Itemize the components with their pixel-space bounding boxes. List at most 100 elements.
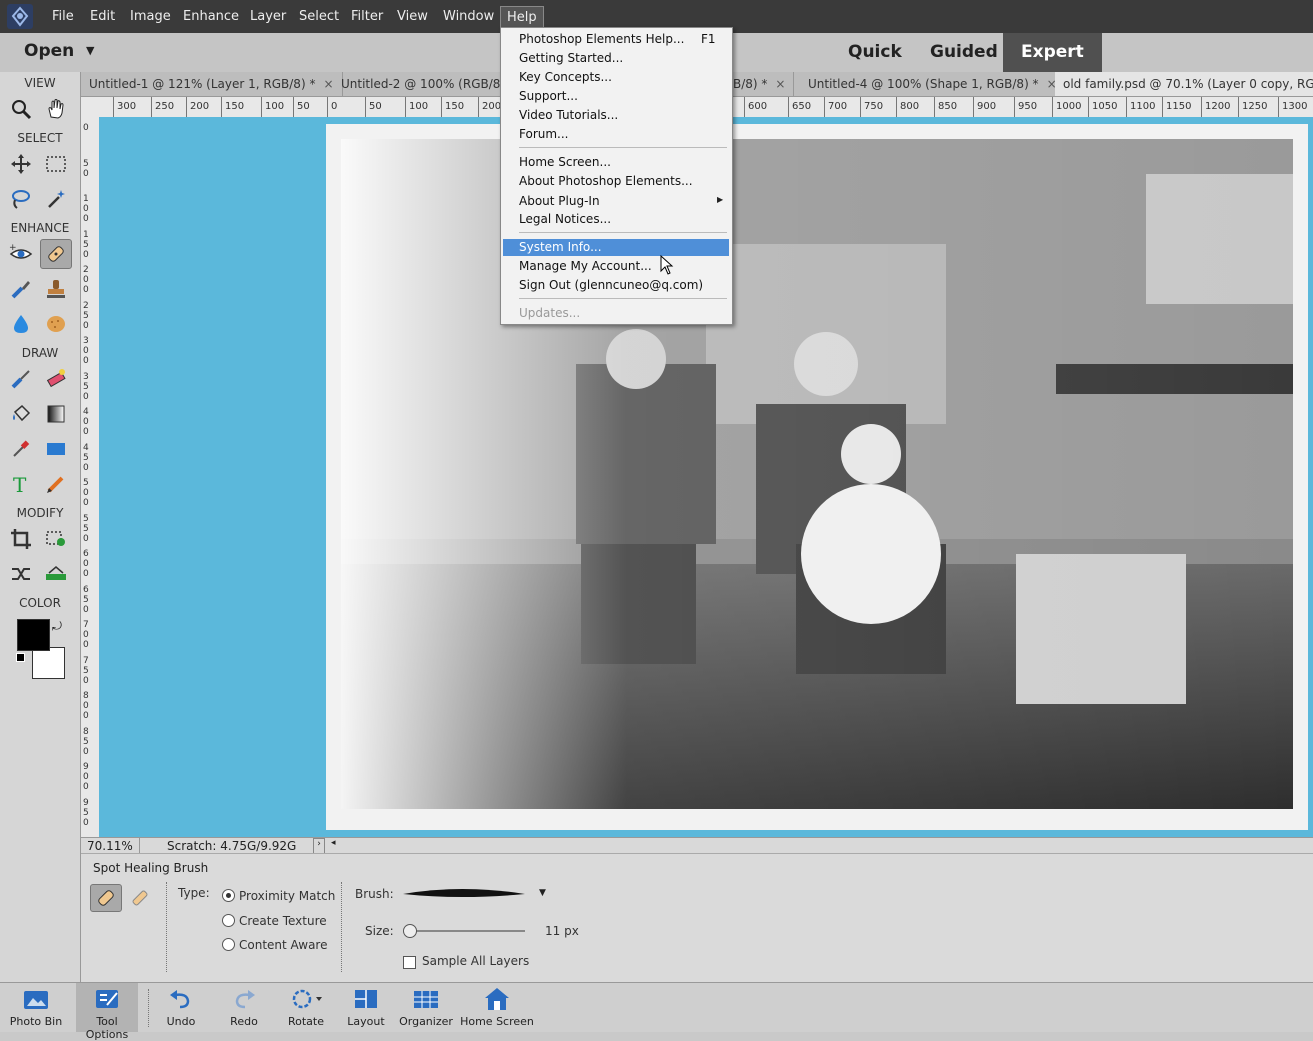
spot-healing-brush-icon[interactable]	[40, 239, 72, 269]
menu-item-support[interactable]: Support...	[519, 87, 578, 106]
photo-image[interactable]	[326, 124, 1308, 830]
eyedropper-icon[interactable]	[5, 434, 37, 464]
ruler-tick	[293, 97, 294, 117]
organizer-button[interactable]: Organizer	[395, 983, 457, 1032]
magic-wand-icon[interactable]	[40, 184, 72, 214]
move-tool-icon[interactable]	[5, 149, 37, 179]
radio-proximity-match[interactable]	[222, 889, 235, 905]
radio-create-texture[interactable]	[222, 914, 235, 930]
gradient-tool-icon[interactable]	[40, 399, 72, 429]
ruler-tick	[934, 97, 935, 117]
clone-stamp-icon[interactable]	[40, 274, 72, 304]
tab-untitled-2[interactable]: Untitled-2 @ 100% (RGB/8)	[333, 72, 515, 96]
eraser-tool-icon[interactable]	[40, 364, 72, 394]
background-color-swatch[interactable]	[32, 647, 65, 679]
menu-item-getting-started[interactable]: Getting Started...	[519, 49, 623, 68]
menu-image[interactable]: Image	[124, 0, 177, 33]
vertical-ruler: 0 50 100 150 200 250 300 350 400 450 500 550 600 650 7…	[81, 117, 100, 837]
close-icon[interactable]: ×	[775, 77, 785, 91]
menu-window[interactable]: Window	[437, 0, 500, 33]
menu-item-key-concepts[interactable]: Key Concepts...	[519, 68, 612, 87]
radio-content-aware[interactable]	[222, 938, 235, 954]
tab-old-family[interactable]: old family.psd @ 70.1% (Layer 0 copy, RG…	[1055, 72, 1313, 96]
zoom-level[interactable]: 70.11%	[87, 839, 133, 853]
content-aware-move-icon[interactable]	[5, 559, 37, 589]
menu-enhance[interactable]: Enhance	[177, 0, 245, 33]
menu-item-system-info[interactable]: System Info...	[519, 238, 602, 257]
menu-file[interactable]: File	[46, 0, 80, 33]
menu-item-about-photoshop-elements[interactable]: About Photoshop Elements...	[519, 172, 693, 191]
blur-tool-icon[interactable]	[5, 309, 37, 339]
tab-untitled-1[interactable]: Untitled-1 @ 121% (Layer 1, RGB/8) * ×	[81, 72, 343, 96]
hand-tool-icon[interactable]	[40, 94, 72, 124]
zoom-tool-icon[interactable]	[5, 94, 37, 124]
menu-filter[interactable]: Filter	[345, 0, 389, 33]
smart-brush-icon[interactable]	[5, 274, 37, 304]
tab-untitled-3[interactable]: B/8) * ×	[725, 72, 795, 96]
layout-button[interactable]: Layout	[335, 983, 397, 1032]
swap-colors-icon[interactable]: ⤾	[52, 619, 62, 634]
menu-edit[interactable]: Edit	[84, 0, 121, 33]
ruler-tick	[478, 97, 479, 117]
lasso-tool-icon[interactable]	[5, 184, 37, 214]
redo-button[interactable]: Redo	[213, 983, 275, 1032]
mode-quick-tab[interactable]: Quick	[830, 33, 920, 72]
menu-item-legal-notices[interactable]: Legal Notices...	[519, 210, 611, 229]
healing-brush-mode-icon[interactable]	[125, 884, 155, 912]
create-texture-label[interactable]: Create Texture	[239, 914, 327, 928]
mode-guided-tab[interactable]: Guided	[912, 33, 1016, 72]
home-screen-button[interactable]: Home Screen	[457, 983, 537, 1032]
menu-help[interactable]: Help	[500, 6, 544, 29]
menu-item-photoshop-elements-help[interactable]: Photoshop Elements Help...	[519, 30, 684, 49]
menu-item-forum[interactable]: Forum...	[519, 125, 569, 144]
straighten-tool-icon[interactable]	[40, 559, 72, 589]
brush-tool-icon[interactable]	[5, 364, 37, 394]
menu-item-home-screen[interactable]: Home Screen...	[519, 153, 611, 172]
recompose-tool-icon[interactable]	[40, 524, 72, 554]
menu-item-about-plug-in[interactable]: About Plug-In	[519, 192, 600, 211]
scroll-left-icon[interactable]: ◂	[331, 838, 336, 848]
home-screen-label: Home Screen	[460, 1015, 534, 1028]
size-slider-handle[interactable]	[403, 924, 417, 938]
menu-item-video-tutorials[interactable]: Video Tutorials...	[519, 106, 618, 125]
tab-label: Untitled-4 @ 100% (Shape 1, RGB/8) *	[808, 77, 1039, 91]
sample-all-layers-label[interactable]: Sample All Layers	[422, 954, 529, 968]
content-aware-label[interactable]: Content Aware	[239, 938, 327, 952]
proximity-match-label[interactable]: Proximity Match	[239, 889, 335, 903]
paint-bucket-icon[interactable]	[5, 399, 37, 429]
crop-tool-icon[interactable]	[5, 524, 37, 554]
tool-options-button[interactable]: Tool Options	[76, 983, 138, 1041]
brush-preset-picker[interactable]	[401, 884, 531, 904]
open-dropdown-icon[interactable]: ▼	[86, 44, 94, 57]
marquee-tool-icon[interactable]	[40, 149, 72, 179]
red-eye-tool-icon[interactable]: +	[5, 239, 37, 269]
ruler-tick	[365, 97, 366, 117]
tab-untitled-4[interactable]: Untitled-4 @ 100% (Shape 1, RGB/8) * ×	[800, 72, 1066, 96]
menu-layer[interactable]: Layer	[244, 0, 292, 33]
size-value[interactable]: 11 px	[545, 924, 579, 938]
pencil-tool-icon[interactable]	[40, 469, 72, 499]
menu-item-manage-my-account[interactable]: Manage My Account...	[519, 257, 652, 276]
help-menu-dropdown: Photoshop Elements Help... F1 Getting St…	[500, 27, 733, 325]
undo-button[interactable]: Undo	[150, 983, 212, 1032]
menu-select[interactable]: Select	[293, 0, 345, 33]
mode-expert-tab[interactable]: Expert	[1003, 33, 1102, 72]
status-expand-icon[interactable]: ›	[313, 838, 325, 854]
spot-healing-mode-icon[interactable]	[90, 884, 122, 912]
close-icon[interactable]: ×	[323, 77, 333, 91]
open-button[interactable]: Open	[24, 41, 74, 61]
menu-item-sign-out[interactable]: Sign Out (glenncuneo@q.com)	[519, 276, 703, 295]
foreground-color-swatch[interactable]	[17, 619, 50, 651]
default-colors-icon[interactable]	[16, 653, 25, 662]
sponge-tool-icon[interactable]	[40, 309, 72, 339]
photo-bin-button[interactable]: Photo Bin	[5, 983, 67, 1032]
shortcut-f1: F1	[701, 32, 716, 46]
menu-view[interactable]: View	[391, 0, 434, 33]
sample-all-layers-checkbox[interactable]	[403, 956, 416, 969]
shape-tool-icon[interactable]	[40, 434, 72, 464]
svg-text:T: T	[13, 473, 27, 496]
size-slider-track[interactable]	[405, 930, 525, 932]
brush-dropdown-icon[interactable]: ▼	[539, 888, 546, 898]
type-tool-icon[interactable]: T	[5, 469, 37, 499]
rotate-button[interactable]: Rotate	[275, 983, 337, 1032]
